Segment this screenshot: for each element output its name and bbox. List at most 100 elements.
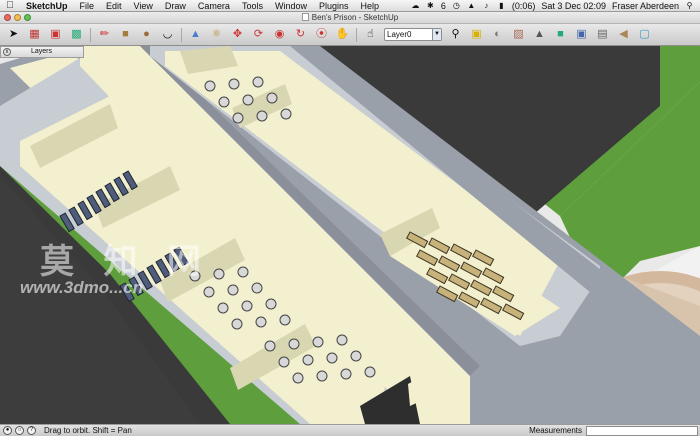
toilet [217, 302, 229, 314]
toilet [213, 268, 225, 280]
measurements-label: Measurements [529, 426, 582, 435]
model-drawing [0, 46, 700, 424]
spotlight-icon[interactable]: ⚲ [685, 1, 694, 10]
menubar-clock[interactable]: Sat 3 Dec 02:09 [541, 1, 606, 11]
styles-icon[interactable]: ■ [551, 26, 570, 44]
get-models-icon[interactable]: ▤ [593, 26, 612, 44]
toilet [278, 356, 290, 368]
move-icon[interactable]: ✥ [228, 26, 247, 44]
arc-icon[interactable]: ◡ [158, 26, 177, 44]
status-hint: Drag to orbit. Shift = Pan [44, 426, 132, 435]
toilet [292, 372, 304, 384]
toilet [232, 112, 244, 124]
paint-bucket-icon[interactable]: ▣ [46, 26, 65, 44]
orbit-icon[interactable]: ⦿ [312, 26, 331, 44]
menu-view[interactable]: View [128, 1, 159, 11]
offset-icon[interactable]: ⚛ [207, 26, 226, 44]
menu-plugins[interactable]: Plugins [313, 1, 355, 11]
menu-sketchup[interactable]: SketchUp [20, 1, 74, 11]
toilet [204, 80, 216, 92]
battery-icon[interactable]: ▮ [497, 1, 506, 10]
toilet [312, 336, 324, 348]
bluetooth-icon[interactable]: ✱ [426, 1, 435, 10]
rotate-icon[interactable]: ⟳ [249, 26, 268, 44]
battery-time: (0:06) [511, 0, 536, 11]
credits-icon[interactable]: ○ [15, 426, 24, 435]
toilet [227, 284, 239, 296]
toolbar-separator [356, 27, 357, 42]
toilet [280, 108, 292, 120]
volume-icon[interactable]: ♪ [482, 1, 491, 10]
scale-icon[interactable]: ◉ [270, 26, 289, 44]
toilet [279, 314, 291, 326]
mac-menubar:  SketchUp File Edit View Draw Camera To… [0, 0, 700, 12]
toolbar-separator [181, 27, 182, 42]
apple-icon[interactable]:  [0, 0, 20, 11]
extension-icon[interactable]: ▢ [635, 26, 654, 44]
toilet [364, 366, 376, 378]
menu-draw[interactable]: Draw [159, 1, 192, 11]
toilet [231, 318, 243, 330]
toilet [336, 334, 348, 346]
menubar-user[interactable]: Fraser Aberdeen [612, 1, 679, 11]
zoom-window-button[interactable] [24, 14, 31, 21]
follow-me-icon[interactable]: ↻ [291, 26, 310, 44]
circle-icon[interactable]: ● [137, 26, 156, 44]
toilet [218, 96, 230, 108]
window-title: Ben's Prison - SketchUp [311, 13, 399, 22]
menu-help[interactable]: Help [355, 1, 386, 11]
eraser-icon[interactable]: ▩ [67, 26, 86, 44]
toilet [326, 352, 338, 364]
toilet [256, 110, 268, 122]
rectangle-icon[interactable]: ■ [116, 26, 135, 44]
pan-icon[interactable]: ✋ [333, 26, 352, 44]
toilet [264, 340, 276, 352]
layer-select-value: Layer0 [387, 30, 412, 39]
time-machine-icon[interactable]: ◷ [452, 1, 461, 10]
toilet [266, 92, 278, 104]
close-window-button[interactable] [4, 14, 11, 21]
geo-location-icon[interactable]: ● [3, 426, 12, 435]
toilet [237, 266, 249, 278]
layer-select[interactable]: Layer0 ▼ [384, 28, 442, 41]
scenes-icon[interactable]: ▣ [572, 26, 591, 44]
toilet [255, 316, 267, 328]
components-icon[interactable]: ▨ [509, 26, 528, 44]
toilet [316, 370, 328, 382]
materials-icon[interactable]: ▲ [530, 26, 549, 44]
model-viewport[interactable]: 莫 知 网 www.3dmo...cn [0, 46, 700, 424]
close-icon[interactable]: x [3, 48, 11, 56]
window-controls [4, 14, 31, 21]
status-bar: ● ○ ? Drag to orbit. Shift = Pan Measure… [0, 424, 700, 436]
push-pull-icon[interactable]: ▲ [186, 26, 205, 44]
toilet [350, 350, 362, 362]
shadow-icon[interactable]: ◐ [488, 26, 507, 44]
minimize-window-button[interactable] [14, 14, 21, 21]
help-icon[interactable]: ? [27, 426, 36, 435]
chevron-down-icon[interactable]: ▼ [432, 29, 441, 40]
wifi-icon[interactable]: ▲ [467, 1, 476, 10]
toilet [302, 354, 314, 366]
menu-edit[interactable]: Edit [100, 1, 128, 11]
document-icon [301, 13, 309, 21]
measurements-input[interactable] [586, 425, 698, 436]
menu-window[interactable]: Window [269, 1, 313, 11]
layers-palette-title: Layers [31, 48, 53, 55]
select-arrow-icon[interactable]: ➤ [4, 26, 23, 44]
pencil-icon[interactable]: ✏ [95, 26, 114, 44]
toilet [203, 286, 215, 298]
main-toolbar: ➤ ▦ ▣ ▩ ✏ ■ ● ◡ ▲ ⚛ ✥ ⟳ ◉ ↻ ⦿ ✋ ☝ Layer0… [0, 24, 700, 46]
menu-camera[interactable]: Camera [192, 1, 236, 11]
cloud-icon[interactable]: ☁ [411, 1, 420, 10]
paint-icon[interactable]: ▣ [467, 26, 486, 44]
hand-icon[interactable]: ☝ [361, 26, 380, 44]
toolbar-separator [90, 27, 91, 42]
toilet [228, 78, 240, 90]
menu-tools[interactable]: Tools [236, 1, 269, 11]
share-model-icon[interactable]: ◀ [614, 26, 633, 44]
zoom-icon[interactable]: ⚲ [446, 26, 465, 44]
make-component-icon[interactable]: ▦ [25, 26, 44, 44]
menu-file[interactable]: File [74, 1, 101, 11]
layers-palette[interactable]: x Layers [0, 46, 84, 58]
toilet [340, 368, 352, 380]
